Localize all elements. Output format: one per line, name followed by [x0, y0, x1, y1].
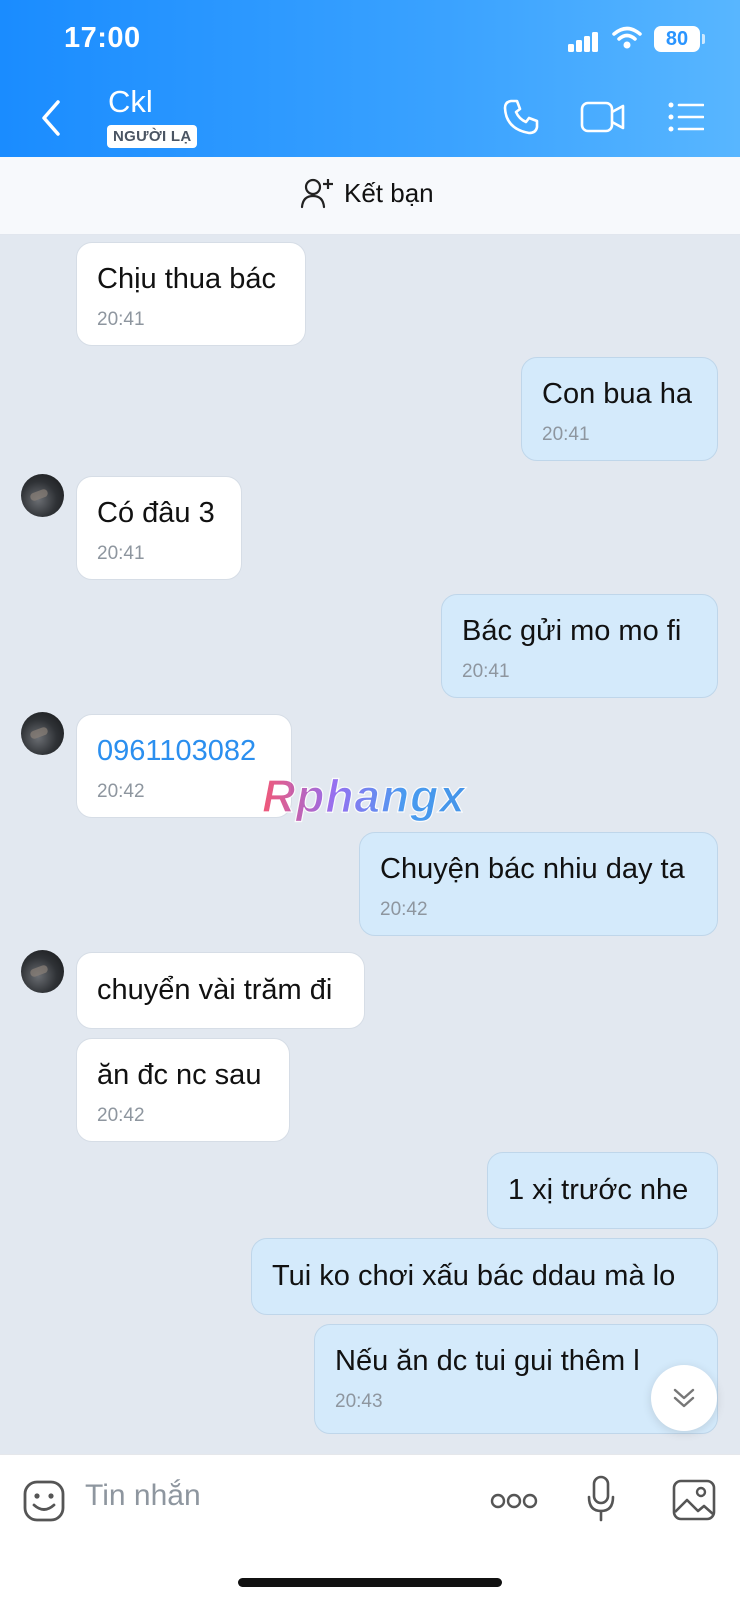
message-input[interactable]: Tin nhắn [85, 1479, 201, 1513]
phone-icon[interactable] [502, 98, 540, 136]
message-text: Con bua ha [542, 378, 692, 410]
cellular-signal-icon [568, 30, 598, 52]
message-text: Chịu thua bác [97, 263, 276, 295]
avatar[interactable] [21, 950, 64, 993]
message-time: 20:41 [97, 543, 145, 564]
add-friend-label: Kết bạn [344, 177, 434, 208]
incoming-message[interactable]: 0961103082 20:42 [76, 714, 292, 818]
watermark-logo: Rphangx [261, 770, 467, 823]
message-time: 20:42 [97, 781, 145, 802]
message-text: chuyển vài trăm đi [97, 974, 333, 1006]
message-text: 1 xị trước nhe [508, 1174, 689, 1206]
message-text: Có đâu 3 [97, 497, 215, 529]
sticker-icon[interactable] [22, 1479, 66, 1523]
message-time: 20:42 [380, 899, 428, 920]
message-text: Chuyện bác nhiu day ta [380, 853, 685, 885]
wifi-icon [612, 26, 642, 49]
message-text: Bác gửi mo mo fi [462, 615, 682, 647]
phone-number-link[interactable]: 0961103082 [97, 735, 256, 768]
double-chevron-down-icon [673, 1388, 695, 1408]
watermark-text: Rphangx [262, 770, 467, 822]
incoming-message[interactable]: Có đâu 3 20:41 [76, 476, 242, 580]
avatar[interactable] [21, 474, 64, 517]
menu-list-icon[interactable] [668, 102, 704, 132]
message-time: 20:43 [335, 1391, 383, 1412]
microphone-icon[interactable] [586, 1475, 616, 1523]
message-text: ăn đc nc sau [97, 1059, 262, 1091]
contact-name[interactable]: Ckl [108, 84, 153, 120]
battery-icon: 80 [654, 26, 705, 52]
outgoing-message[interactable]: Tui ko chơi xấu bác ddau mà lo [251, 1238, 718, 1315]
home-indicator[interactable] [238, 1578, 502, 1587]
avatar[interactable] [21, 712, 64, 755]
image-gallery-icon[interactable] [672, 1479, 716, 1521]
add-user-icon [300, 178, 333, 209]
add-friend-button[interactable]: Kết bạn [300, 177, 434, 209]
message-list[interactable]: Chịu thua bác 20:41 Con bua ha 20:41 Có … [0, 236, 740, 1454]
message-time: 20:41 [542, 424, 590, 445]
outgoing-message[interactable]: 1 xị trước nhe [487, 1152, 718, 1229]
message-time: 20:42 [97, 1105, 145, 1126]
stranger-badge: NGƯỜI LẠ [107, 125, 198, 148]
message-text: Tui ko chơi xấu bác ddau mà lo [272, 1260, 676, 1292]
outgoing-message[interactable]: Con bua ha 20:41 [521, 357, 718, 461]
video-camera-icon[interactable] [580, 100, 626, 134]
outgoing-message[interactable]: Bác gửi mo mo fi 20:41 [441, 594, 718, 698]
chat-header: 17:00 80 Ckl NGƯỜI LẠ [0, 0, 740, 157]
incoming-message[interactable]: ăn đc nc sau 20:42 [76, 1038, 290, 1142]
scroll-to-bottom-button[interactable] [651, 1365, 717, 1431]
more-options-icon[interactable] [490, 1491, 538, 1511]
status-time: 17:00 [64, 22, 141, 54]
message-time: 20:41 [97, 309, 145, 330]
message-time: 20:41 [462, 661, 510, 682]
outgoing-message[interactable]: Chuyện bác nhiu day ta 20:42 [359, 832, 718, 936]
incoming-message[interactable]: chuyển vài trăm đi [76, 952, 365, 1029]
back-arrow-icon[interactable] [34, 96, 74, 140]
incoming-message[interactable]: Chịu thua bác 20:41 [76, 242, 306, 346]
message-text: Nếu ăn dc tui gui thêm l [335, 1345, 640, 1377]
add-friend-bar: Kết bạn [0, 157, 740, 235]
